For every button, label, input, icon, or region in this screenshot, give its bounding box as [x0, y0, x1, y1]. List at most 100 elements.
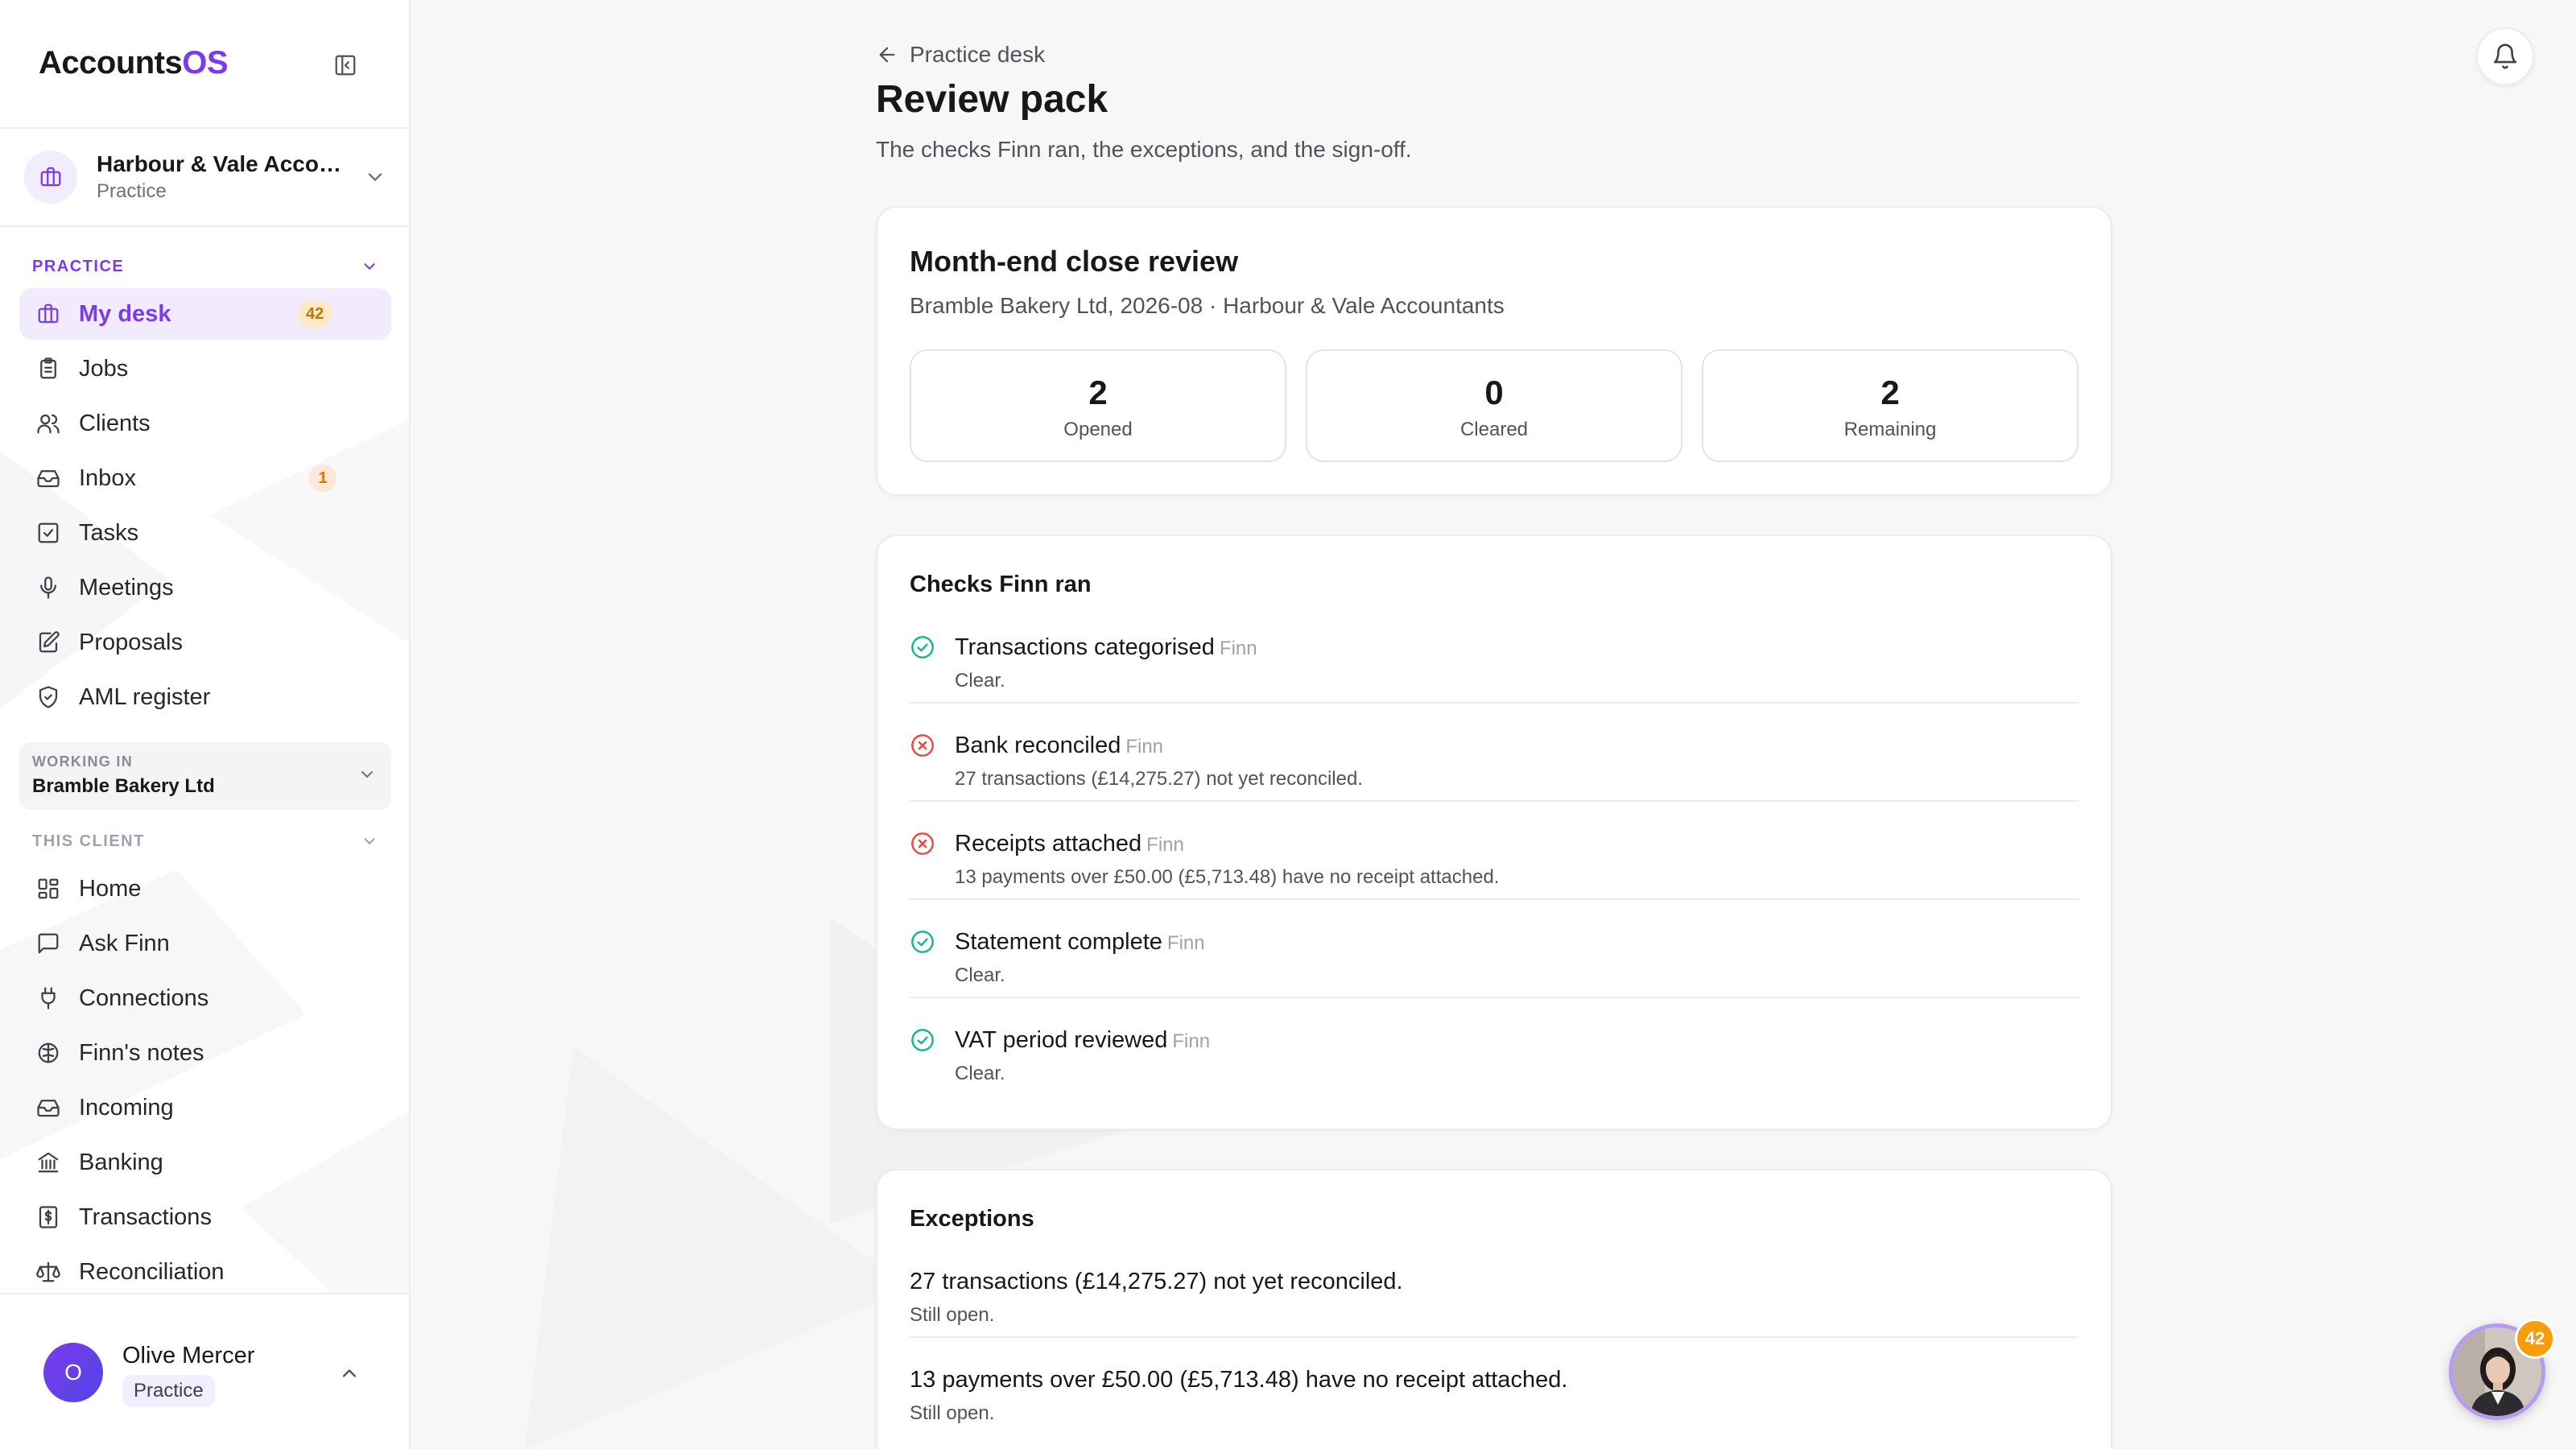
edit-document-icon: [39, 631, 60, 653]
check-circle-icon: [911, 931, 934, 953]
nav-item-jobs[interactable]: Jobs: [19, 343, 391, 394]
x-circle-icon: [911, 832, 934, 855]
nav-label: Transactions: [79, 1203, 212, 1230]
nav-item-reconciliation[interactable]: Reconciliation: [19, 1246, 391, 1298]
nav-item-meetings[interactable]: Meetings: [19, 562, 391, 613]
stat-label: Remaining: [1843, 419, 1937, 440]
user-name: Olive Mercer: [122, 1343, 255, 1368]
client-context-switcher[interactable]: WORKING IN Bramble Bakery Ltd: [19, 742, 391, 810]
microphone-icon: [40, 576, 56, 599]
practice-switcher[interactable]: Harbour & Vale Accou… Practice: [24, 148, 386, 206]
brain-icon: [38, 1042, 59, 1063]
back-link[interactable]: Practice desk: [876, 40, 1045, 69]
check-detail: 27 transactions (£14,275.27) not yet rec…: [955, 768, 1363, 790]
nav-item-banking[interactable]: Banking: [19, 1137, 391, 1188]
nav-item-aml-register[interactable]: AML register: [19, 671, 391, 723]
nav-item-proposals[interactable]: Proposals: [19, 617, 391, 668]
divider: [910, 800, 2079, 802]
nav-label: Reconciliation: [79, 1258, 225, 1285]
nav-label: Inbox: [79, 464, 136, 491]
check-detail: 13 payments over £50.00 (£5,713.48) have…: [955, 866, 1500, 888]
arrow-left-icon: [879, 47, 895, 63]
stat-remaining: 2 Remaining: [1702, 349, 2079, 462]
stat-opened: 2 Opened: [910, 349, 1286, 462]
avatar: O: [43, 1343, 103, 1402]
nav-item-finns-notes[interactable]: Finn's notes: [19, 1027, 391, 1079]
practice-role: Practice: [97, 180, 167, 202]
client-section-header[interactable]: THIS CLIENT: [32, 829, 378, 853]
check-item: Transactions categorised Finn Clear.: [910, 630, 2079, 728]
working-in-client: Bramble Bakery Ltd: [32, 775, 215, 797]
sidebar-toggle-icon: [335, 55, 356, 76]
receipt-dollar-icon: [39, 1206, 58, 1228]
nav-item-home[interactable]: Home: [19, 863, 391, 914]
nav-label: Ask Finn: [79, 930, 170, 956]
nav-item-transactions[interactable]: Transactions: [19, 1191, 391, 1243]
exception-status: Still open.: [910, 1402, 995, 1424]
divider: [910, 1336, 2079, 1338]
nav-item-inbox[interactable]: Inbox 1: [19, 452, 391, 504]
count-badge: 42: [298, 300, 332, 328]
nav-item-incoming[interactable]: Incoming: [19, 1082, 391, 1133]
nav-label: Proposals: [79, 629, 183, 655]
user-menu[interactable]: O Olive Mercer Practice: [0, 1293, 409, 1449]
back-link-label: Practice desk: [910, 42, 1046, 67]
page-subtitle: The checks Finn ran, the exceptions, and…: [876, 137, 1412, 162]
check-item: VAT period reviewed Finn Clear.: [910, 1022, 2079, 1121]
nav-label: My desk: [79, 300, 171, 327]
stat-label: Opened: [1063, 419, 1133, 440]
check-author: Finn: [1166, 932, 1205, 954]
app-logo[interactable]: AccountsOS: [39, 45, 229, 85]
nav-label: Banking: [79, 1149, 163, 1175]
divider: [0, 225, 409, 227]
app-logo-text: Accounts: [39, 45, 183, 80]
nav-label: AML register: [79, 683, 211, 710]
exceptions-card: Exceptions 27 transactions (£14,275.27) …: [876, 1169, 2112, 1449]
check-detail: Clear.: [955, 1063, 1005, 1084]
collapse-sidebar-button[interactable]: [330, 50, 361, 80]
x-circle-icon: [911, 734, 934, 757]
practice-avatar: [24, 151, 77, 204]
nav-item-my-desk[interactable]: My desk 42: [19, 288, 391, 340]
exception-item: 27 transactions (£14,275.27) not yet rec…: [910, 1264, 2079, 1362]
check-name: Receipts attached: [955, 831, 1142, 857]
review-summary-card: Month-end close review Bramble Bakery Lt…: [876, 206, 2112, 496]
practice-section-header[interactable]: PRACTICE: [32, 254, 378, 279]
nav-label: Tasks: [79, 519, 139, 546]
stat-cleared: 0 Cleared: [1306, 349, 1682, 462]
exception-text: 27 transactions (£14,275.27) not yet rec…: [910, 1269, 1403, 1294]
user-role-badge: Practice: [122, 1375, 215, 1407]
clipboard-icon: [40, 357, 56, 379]
checks-card: Checks Finn ran Transactions categorised…: [876, 535, 2112, 1130]
check-name: Statement complete: [955, 929, 1162, 955]
chat-icon: [38, 933, 59, 954]
divider: [910, 997, 2079, 998]
chevron-down-icon: [364, 838, 375, 845]
chevron-down-icon: [361, 771, 373, 778]
exceptions-title: Exceptions: [910, 1206, 1034, 1232]
chevron-up-icon: [342, 1368, 357, 1377]
nav-item-clients[interactable]: Clients: [19, 398, 391, 449]
briefcase-icon: [38, 303, 59, 324]
chevron-down-icon: [368, 173, 382, 182]
section-label: PRACTICE: [32, 257, 125, 275]
assistant-notification-badge: 42: [2515, 1319, 2555, 1359]
shield-check-icon: [39, 686, 58, 708]
main-content: Practice desk Review pack The checks Fin…: [412, 0, 2576, 1449]
notifications-button[interactable]: [2476, 27, 2534, 85]
section-label: THIS CLIENT: [32, 832, 145, 850]
app-logo-accent: OS: [182, 45, 229, 80]
exception-text: 13 payments over £50.00 (£5,713.48) have…: [910, 1367, 1568, 1393]
nav-item-connections[interactable]: Connections: [19, 972, 391, 1024]
working-in-label: WORKING IN: [32, 753, 133, 770]
check-detail: Clear.: [955, 670, 1005, 691]
inbox-icon: [37, 1100, 60, 1117]
stat-label: Cleared: [1459, 419, 1529, 440]
divider: [910, 898, 2079, 900]
check-author: Finn: [1219, 638, 1257, 659]
nav-item-tasks[interactable]: Tasks: [19, 507, 391, 559]
check-name: Transactions categorised: [955, 634, 1215, 660]
nav-item-ask-finn[interactable]: Ask Finn: [19, 918, 391, 969]
exception-item: 13 payments over £50.00 (£5,713.48) have…: [910, 1362, 2079, 1449]
nav-label: Meetings: [79, 574, 174, 601]
